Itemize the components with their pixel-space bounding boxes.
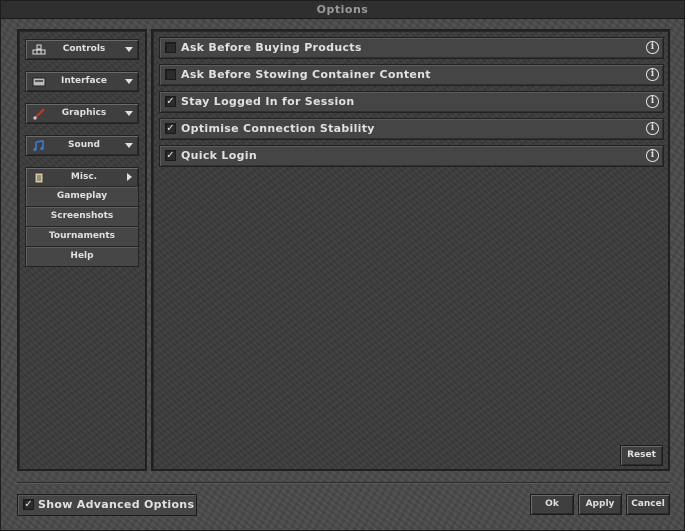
- info-icon[interactable]: i: [646, 95, 659, 108]
- chevron-right-icon: [127, 173, 132, 181]
- sidebar-item-help[interactable]: Help: [25, 247, 139, 267]
- option-row-optimise-connection[interactable]: ✓ Optimise Connection Stability i: [159, 118, 664, 140]
- option-row-stay-logged-in[interactable]: ✓ Stay Logged In for Session i: [159, 91, 664, 113]
- options-panel: Ask Before Buying Products i Ask Before …: [151, 29, 670, 471]
- sidebar-item-tournaments[interactable]: Tournaments: [25, 227, 139, 247]
- apply-button[interactable]: Apply: [578, 494, 622, 515]
- category-graphics-button[interactable]: Graphics: [25, 103, 139, 124]
- category-interface-label: Interface: [60, 76, 108, 86]
- info-icon[interactable]: i: [646, 41, 659, 54]
- optimise-connection-checkbox[interactable]: ✓: [165, 123, 176, 134]
- info-icon[interactable]: i: [646, 122, 659, 135]
- scroll-icon: [32, 172, 46, 184]
- show-advanced-options-toggle[interactable]: ✓ Show Advanced Options: [17, 494, 197, 516]
- ok-button[interactable]: Ok: [530, 494, 574, 515]
- brush-icon: [32, 108, 46, 120]
- footer-divider: [17, 482, 670, 484]
- category-sidebar: Controls Interface Graphics Sound Misc. …: [17, 29, 147, 471]
- option-row-quick-login[interactable]: ✓ Quick Login i: [159, 145, 664, 167]
- show-advanced-options-label: Show Advanced Options: [38, 498, 195, 511]
- category-controls-label: Controls: [62, 44, 106, 54]
- music-note-icon: [32, 140, 46, 152]
- options-window: Options Controls Interface Graphics Soun…: [0, 0, 685, 531]
- info-icon[interactable]: i: [646, 149, 659, 162]
- show-advanced-options-checkbox[interactable]: ✓: [23, 499, 34, 510]
- quick-login-checkbox[interactable]: ✓: [165, 150, 176, 161]
- option-label: Stay Logged In for Session: [181, 95, 355, 108]
- cancel-button[interactable]: Cancel: [626, 494, 670, 515]
- option-label: Ask Before Buying Products: [181, 41, 362, 54]
- misc-submenu: Gameplay Screenshots Tournaments Help: [25, 187, 139, 267]
- chevron-down-icon: [125, 111, 133, 116]
- chevron-down-icon: [125, 143, 133, 148]
- reset-button[interactable]: Reset: [620, 445, 663, 466]
- stay-logged-in-checkbox[interactable]: ✓: [165, 96, 176, 107]
- controls-icon: [32, 44, 46, 56]
- window-title: Options: [1, 1, 684, 19]
- category-graphics-label: Graphics: [61, 108, 107, 118]
- category-sound-label: Sound: [68, 140, 100, 150]
- ask-stowing-checkbox[interactable]: [165, 69, 176, 80]
- category-controls-button[interactable]: Controls: [25, 39, 139, 60]
- sidebar-item-gameplay[interactable]: Gameplay: [25, 187, 139, 207]
- option-label: Optimise Connection Stability: [181, 122, 375, 135]
- category-interface-button[interactable]: Interface: [25, 71, 139, 92]
- info-icon[interactable]: i: [646, 68, 659, 81]
- option-row-ask-buying[interactable]: Ask Before Buying Products i: [159, 37, 664, 59]
- option-label: Quick Login: [181, 149, 257, 162]
- chevron-down-icon: [125, 79, 133, 84]
- ask-buying-checkbox[interactable]: [165, 42, 176, 53]
- category-sound-button[interactable]: Sound: [25, 135, 139, 156]
- chevron-down-icon: [125, 47, 133, 52]
- sidebar-item-screenshots[interactable]: Screenshots: [25, 207, 139, 227]
- option-label: Ask Before Stowing Container Content: [181, 68, 431, 81]
- option-row-ask-stowing[interactable]: Ask Before Stowing Container Content i: [159, 64, 664, 86]
- category-misc-button[interactable]: Misc.: [25, 167, 139, 188]
- interface-icon: [32, 76, 46, 88]
- category-misc-label: Misc.: [70, 172, 98, 182]
